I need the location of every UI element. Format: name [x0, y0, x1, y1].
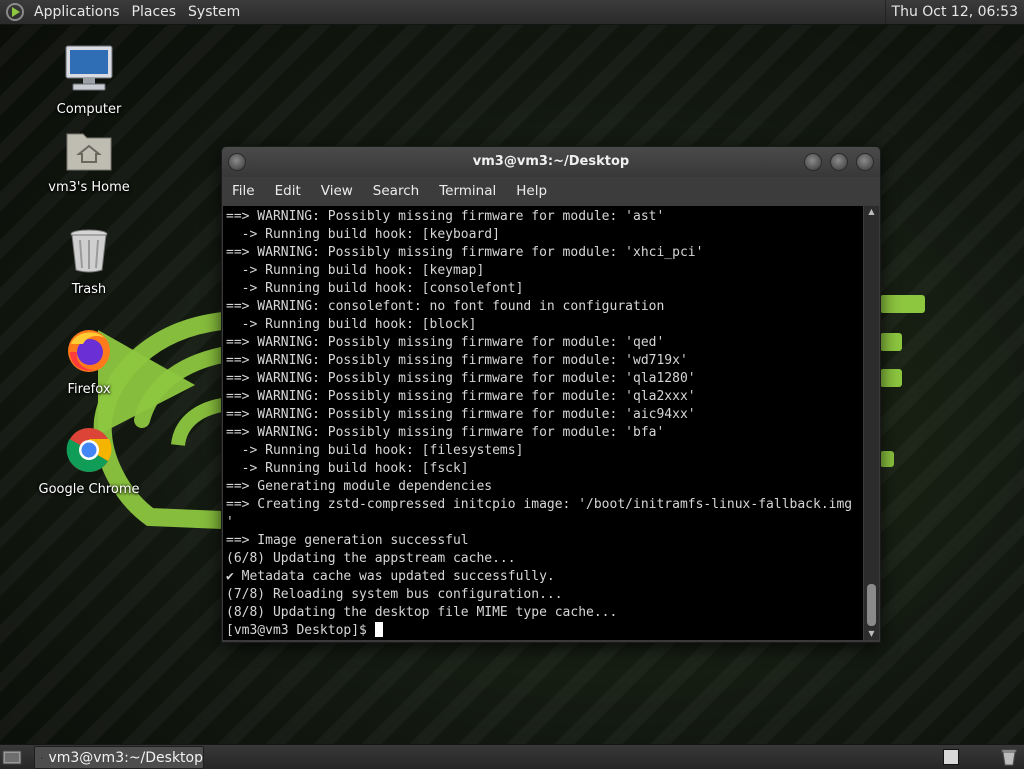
minimize-button[interactable]: [804, 153, 822, 171]
terminal-line: ==> WARNING: Possibly missing firmware f…: [226, 371, 696, 386]
desktop-icon-label: vm3's Home: [48, 180, 130, 195]
applications-menu[interactable]: Applications: [28, 0, 126, 24]
terminal-icon: [40, 756, 43, 759]
terminal-line: ==> Creating zstd-compressed initcpio im…: [226, 497, 853, 512]
terminal-line: (8/8) Updating the desktop file MIME typ…: [226, 605, 618, 620]
top-panel: Applications Places System Thu Oct 12, 0…: [0, 0, 1024, 25]
menu-view[interactable]: View: [311, 177, 363, 205]
window-title: vm3@vm3:~/Desktop: [472, 154, 630, 169]
taskbar-window-button[interactable]: vm3@vm3:~/Desktop: [34, 746, 204, 769]
places-menu[interactable]: Places: [126, 0, 183, 24]
menu-terminal[interactable]: Terminal: [429, 177, 506, 205]
terminal-line: -> Running build hook: [keymap]: [226, 263, 485, 278]
terminal-line: ✔ Metadata cache was updated successfull…: [226, 569, 555, 584]
menu-edit[interactable]: Edit: [265, 177, 311, 205]
terminal-line: ==> WARNING: Possibly missing firmware f…: [226, 353, 688, 368]
chrome-icon: [66, 428, 112, 472]
terminal-line: (6/8) Updating the appstream cache...: [226, 551, 516, 566]
trash-applet-icon[interactable]: [1000, 748, 1018, 766]
terminal-output[interactable]: ==> WARNING: Possibly missing firmware f…: [223, 206, 863, 640]
maximize-button[interactable]: [830, 153, 848, 171]
show-desktop-icon[interactable]: [2, 748, 22, 766]
terminal-line: -> Running build hook: [fsck]: [226, 461, 469, 476]
workspace-switcher[interactable]: [943, 749, 959, 765]
taskbar-window-label: vm3@vm3:~/Desktop: [48, 749, 203, 766]
terminal-line: ': [226, 515, 234, 530]
terminal-line: -> Running build hook: [filesystems]: [226, 443, 524, 458]
terminal-menubar: File Edit View Search Terminal Help: [222, 177, 880, 205]
desktop-icon-home[interactable]: vm3's Home: [34, 128, 144, 195]
desktop-icon-trash[interactable]: Trash: [34, 228, 144, 297]
desktop-icon-label: Google Chrome: [38, 482, 140, 497]
text-cursor: [374, 622, 383, 637]
trash-icon: [70, 229, 108, 273]
home-folder-icon: [66, 133, 112, 171]
terminal-line: (7/8) Reloading system bus configuration…: [226, 587, 563, 602]
terminal-line: ==> WARNING: Possibly missing firmware f…: [226, 335, 665, 350]
window-titlebar[interactable]: vm3@vm3:~/Desktop: [222, 147, 880, 177]
distro-logo-icon[interactable]: [6, 3, 24, 21]
terminal-line: -> Running build hook: [block]: [226, 317, 477, 332]
menu-help[interactable]: Help: [506, 177, 557, 205]
firefox-icon: [68, 330, 110, 372]
terminal-prompt-line[interactable]: [vm3@vm3 Desktop]$: [226, 622, 863, 640]
computer-icon: [65, 45, 113, 91]
terminal-scrollbar[interactable]: ▲ ▼: [864, 206, 879, 640]
menu-search[interactable]: Search: [363, 177, 429, 205]
main-menu: Applications Places System: [0, 0, 252, 24]
menu-file[interactable]: File: [222, 177, 265, 205]
scroll-up-arrow-icon[interactable]: ▲: [864, 206, 879, 218]
close-button[interactable]: [856, 153, 874, 171]
terminal-line: ==> WARNING: Possibly missing firmware f…: [226, 407, 696, 422]
desktop-icon-label: Trash: [71, 282, 107, 297]
scrollbar-thumb[interactable]: [867, 584, 876, 626]
terminal-line: ==> Image generation successful: [226, 533, 469, 548]
desktop-icon-firefox[interactable]: Firefox: [34, 326, 144, 397]
system-menu[interactable]: System: [182, 0, 246, 24]
scroll-down-arrow-icon[interactable]: ▼: [864, 628, 879, 640]
terminal-line: ==> WARNING: consolefont: no font found …: [226, 299, 665, 314]
desktop-icon-label: Firefox: [67, 382, 111, 397]
terminal-line: ==> WARNING: Possibly missing firmware f…: [226, 389, 696, 404]
desktop-icon-chrome[interactable]: Google Chrome: [34, 426, 144, 497]
desktop-icon-computer[interactable]: Computer: [34, 44, 144, 117]
clock[interactable]: Thu Oct 12, 06:53: [884, 0, 1024, 24]
terminal-line: -> Running build hook: [consolefont]: [226, 281, 524, 296]
terminal-line: ==> WARNING: Possibly missing firmware f…: [226, 425, 665, 440]
bottom-panel: vm3@vm3:~/Desktop: [0, 744, 1024, 769]
terminal-line: ==> WARNING: Possibly missing firmware f…: [226, 245, 704, 260]
terminal-window[interactable]: vm3@vm3:~/Desktop File Edit View Search …: [221, 146, 881, 643]
terminal-line: ==> Generating module dependencies: [226, 479, 493, 494]
terminal-line: ==> WARNING: Possibly missing firmware f…: [226, 209, 665, 224]
desktop-icon-label: Computer: [56, 102, 122, 117]
terminal-line: -> Running build hook: [keyboard]: [226, 227, 500, 242]
shell-prompt: [vm3@vm3 Desktop]$: [226, 623, 375, 638]
terminal-lines: ==> WARNING: Possibly missing firmware f…: [223, 206, 863, 640]
